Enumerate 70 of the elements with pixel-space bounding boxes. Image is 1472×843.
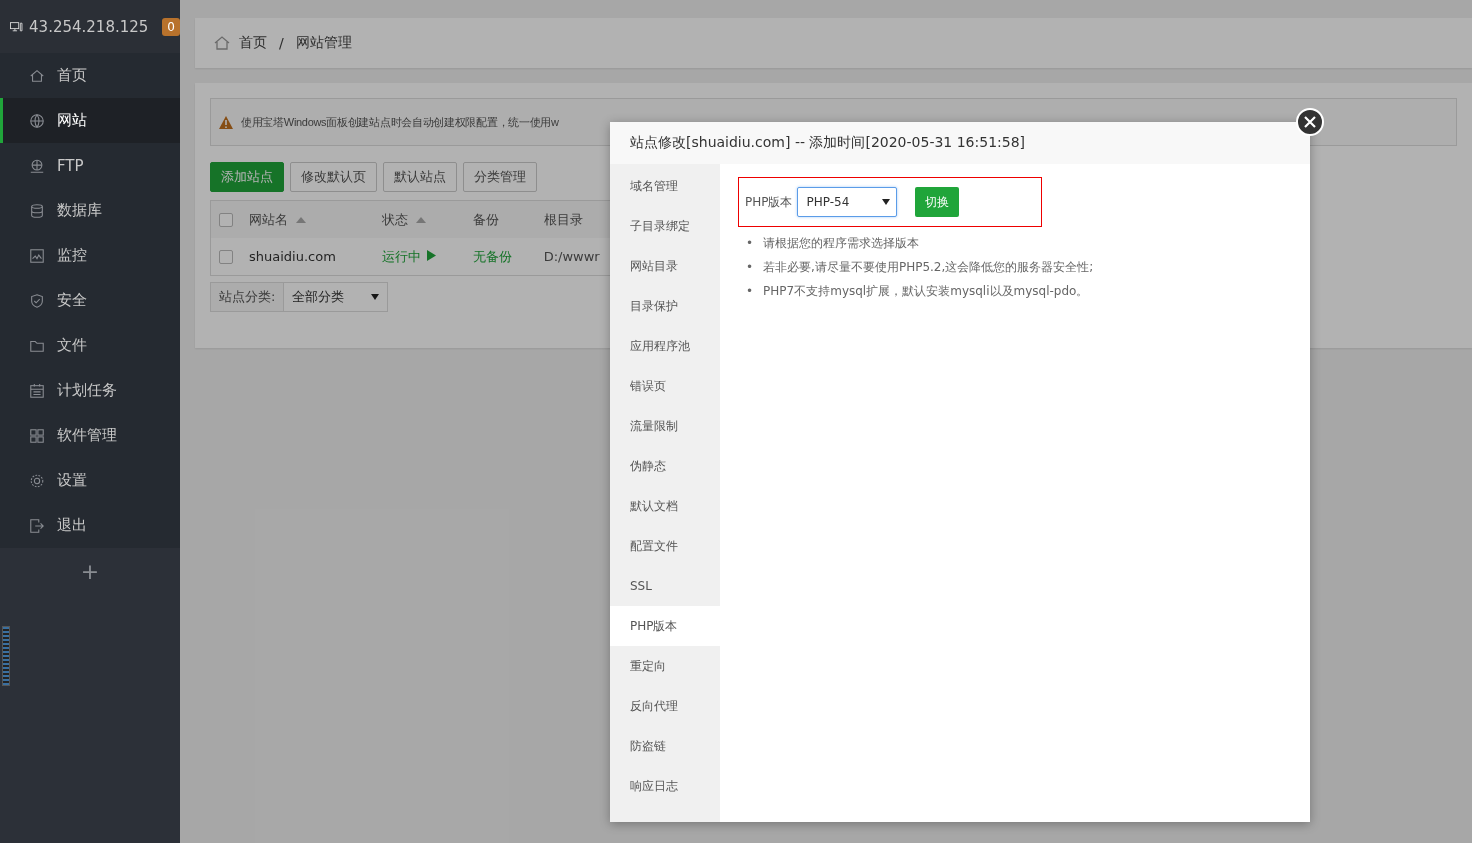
bullet-mark: • (746, 235, 754, 252)
dialog-tab[interactable]: 网站目录 (610, 246, 720, 286)
home-icon (29, 67, 45, 84)
dialog-tab[interactable]: 防盗链 (610, 726, 720, 766)
filter-label: 站点分类: (211, 283, 284, 311)
sidebar-item[interactable]: 监控 (0, 233, 180, 278)
dialog-tab[interactable]: 配置文件 (610, 526, 720, 566)
breadcrumb-link[interactable]: 首页 (239, 34, 267, 52)
add-button[interactable]: + (74, 558, 106, 585)
database-icon (29, 202, 45, 219)
column-header[interactable]: 备份 (472, 210, 499, 229)
sidebar-item[interactable]: 安全 (0, 278, 180, 323)
dialog-tab[interactable]: 流量限制 (610, 406, 720, 446)
calendar-icon (29, 382, 45, 399)
dialog-tab[interactable]: 伪静态 (610, 446, 720, 486)
close-icon (1304, 116, 1316, 128)
tip-text: 若非必要,请尽量不要使用PHP5.2,这会降低您的服务器安全性; (763, 259, 1094, 276)
logout-icon (29, 517, 45, 534)
caret-icon (881, 199, 890, 205)
row-checkbox[interactable] (219, 250, 233, 265)
breadcrumb-link[interactable]: 网站管理 (295, 34, 352, 52)
sidebar-item[interactable]: 数据库 (0, 188, 180, 233)
site-name-link[interactable]: shuaidiu.com (249, 249, 336, 264)
toolbar-button[interactable]: 修改默认页 (290, 162, 377, 192)
dialog-tab[interactable]: 反向代理 (610, 686, 720, 726)
gear-icon (29, 472, 45, 489)
tip-text: PHP7不支持mysql扩展，默认安装mysqli以及mysql-pdo。 (763, 283, 1089, 300)
dialog-tab[interactable]: 应用程序池 (610, 326, 720, 366)
sidebar-item[interactable]: FTP (0, 143, 180, 188)
toolbar-button[interactable]: 分类管理 (463, 162, 537, 192)
shield-icon (29, 292, 45, 309)
dialog-tab[interactable]: 错误页 (610, 366, 720, 406)
select-all-checkbox[interactable] (219, 213, 233, 228)
sidebar-item[interactable]: 文件 (0, 323, 180, 368)
php-version-label: PHP版本 (745, 193, 793, 211)
dialog-tab[interactable]: 目录保护 (610, 286, 720, 326)
globe-icon (29, 112, 45, 129)
sidebar-item[interactable]: 首页 (0, 53, 180, 98)
root-dir-link[interactable]: D:/wwwr (543, 249, 600, 264)
sidebar-item[interactable]: 计划任务 (0, 368, 180, 413)
dialog-tab[interactable]: PHP版本 (610, 606, 720, 646)
sidebar-item[interactable]: 网站 (0, 98, 180, 143)
dialog-tab[interactable]: 默认文档 (610, 486, 720, 526)
notification-badge: 0 (162, 17, 180, 36)
dialog-tab[interactable]: 重定向 (610, 646, 720, 686)
sidebar-item[interactable]: 退出 (0, 503, 180, 548)
notice-text: 使用宝塔Windows面板创建站点时会自动创建权限配置，统一使用w (241, 114, 559, 130)
sort-icon[interactable] (296, 216, 306, 223)
sidebar-item[interactable]: 软件管理 (0, 413, 180, 458)
bullet-mark: • (746, 283, 754, 300)
warning-icon (219, 115, 233, 129)
home-icon (213, 34, 231, 52)
sort-icon[interactable] (416, 216, 426, 223)
dialog-tab[interactable]: 域名管理 (610, 166, 720, 206)
caret-icon (371, 294, 379, 300)
monitor-icon (29, 247, 45, 264)
bullet-mark: • (746, 259, 754, 276)
toolbar-button[interactable]: 默认站点 (383, 162, 457, 192)
dialog-tab[interactable]: SSL (610, 566, 720, 606)
sidebar-item[interactable]: 设置 (0, 458, 180, 503)
dialog-title: 站点修改[shuaidiu.com] -- 添加时间[2020-05-31 16:51:58] (610, 122, 1310, 164)
tip-text: 请根据您的程序需求选择版本 (763, 235, 920, 252)
grid-icon (29, 427, 45, 444)
php-version-select[interactable]: PHP-54 (796, 187, 897, 217)
play-icon (427, 249, 436, 261)
server-ip: 43.254.218.125 (29, 17, 149, 36)
dialog-tab[interactable]: 子目录绑定 (610, 206, 720, 246)
dialog-tab[interactable]: 响应日志 (610, 766, 720, 806)
scroll-handle[interactable] (2, 626, 10, 686)
breadcrumb-separator: / (279, 35, 284, 51)
